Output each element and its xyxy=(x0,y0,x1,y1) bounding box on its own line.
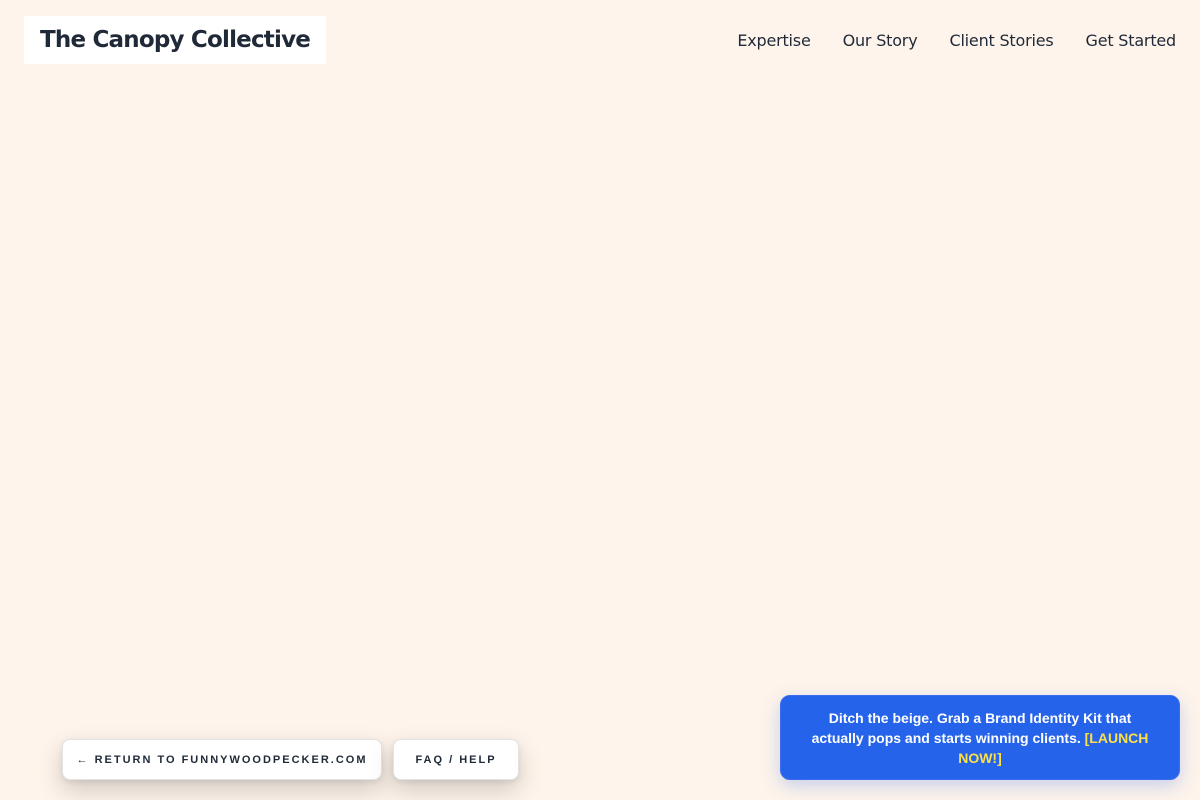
promo-text: Ditch the beige. Grab a Brand Identity K… xyxy=(811,709,1132,746)
faq-help-button[interactable]: FAQ / HELP xyxy=(393,739,519,780)
promo-message: Ditch the beige. Grab a Brand Identity K… xyxy=(805,708,1155,768)
main-nav: Expertise Our Story Client Stories Get S… xyxy=(737,31,1176,50)
brand-logo[interactable]: The Canopy Collective xyxy=(24,16,327,64)
return-to-site-button[interactable]: ← RETURN TO FUNNYWOODPECKER.COM xyxy=(62,739,382,780)
promo-banner: Ditch the beige. Grab a Brand Identity K… xyxy=(780,695,1180,780)
site-header: The Canopy Collective Expertise Our Stor… xyxy=(24,16,1176,64)
bottom-link-group: ← RETURN TO FUNNYWOODPECKER.COM FAQ / HE… xyxy=(62,739,519,780)
nav-item-client-stories[interactable]: Client Stories xyxy=(949,31,1053,50)
nav-item-our-story[interactable]: Our Story xyxy=(843,31,918,50)
nav-item-get-started[interactable]: Get Started xyxy=(1086,31,1177,50)
nav-item-expertise[interactable]: Expertise xyxy=(737,31,810,50)
